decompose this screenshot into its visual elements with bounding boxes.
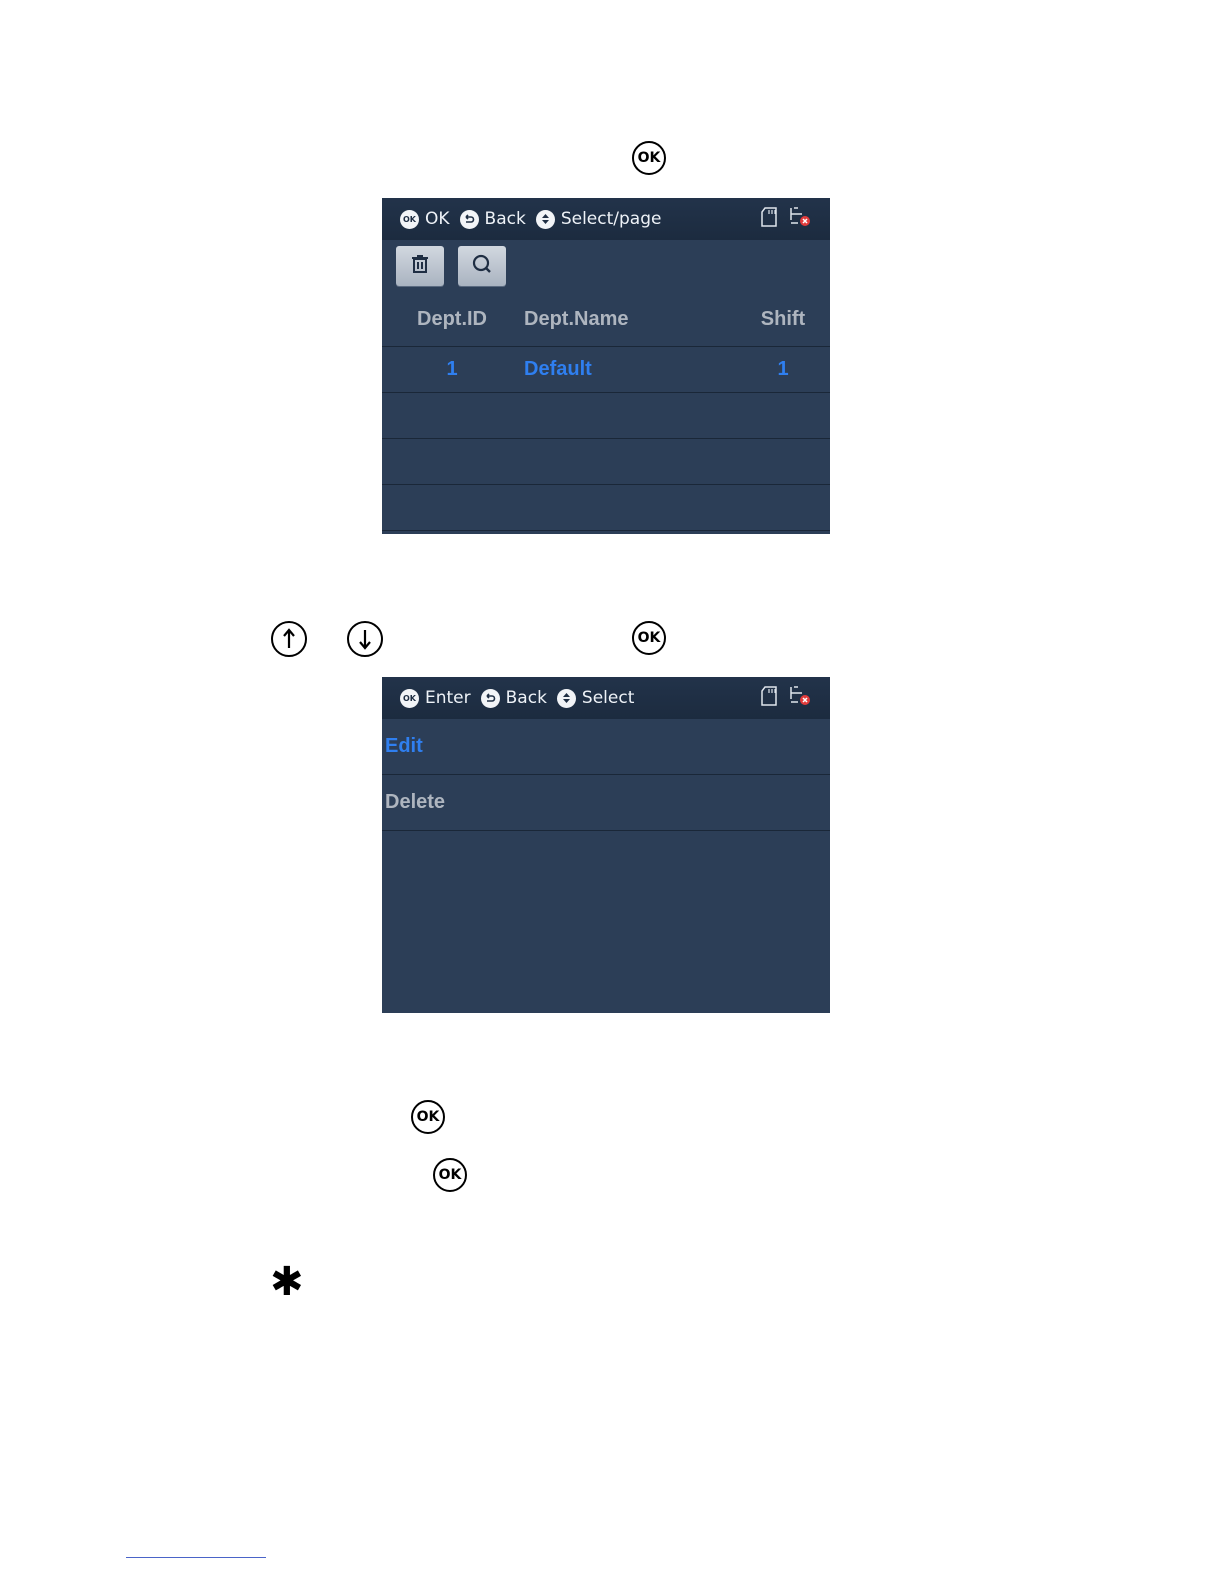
menu-item-delete[interactable]: Delete: [382, 775, 830, 831]
search-icon: [471, 253, 493, 280]
updown-key-icon: [535, 209, 555, 229]
department-options-screen: OK Enter Back Select Edit Delete: [382, 677, 830, 1013]
ok-key-label: OK: [416, 1109, 440, 1125]
asterisk-icon: ✱: [270, 1259, 304, 1305]
table-row-empty[interactable]: [382, 439, 830, 485]
column-header-dept-id: Dept.ID: [417, 307, 487, 330]
menu-item-edit[interactable]: Edit: [382, 719, 830, 775]
hint-enter: OK Enter: [400, 688, 471, 708]
ok-key-label: OK: [637, 630, 661, 646]
updown-key-icon: [556, 688, 576, 708]
sd-card-icon: [760, 685, 778, 711]
hint-back: Back: [480, 688, 547, 708]
hint-back: Back: [459, 209, 526, 229]
delete-button[interactable]: [396, 246, 444, 286]
hint-ok: OK OK: [400, 209, 450, 229]
hint-select: Select: [556, 688, 635, 708]
column-header-shift: Shift: [760, 307, 806, 330]
back-key-icon: [480, 688, 500, 708]
ok-key-label: OK: [438, 1167, 462, 1183]
ok-key-icon: OK: [632, 141, 666, 175]
hint-label: Enter: [425, 688, 471, 708]
hint-label: Select/page: [560, 209, 662, 229]
ok-key-icon: OK: [400, 209, 419, 229]
down-arrow-key-icon: [347, 621, 383, 657]
hint-label: Back: [484, 209, 526, 229]
sd-card-icon: [760, 206, 778, 232]
cell-dept-id: 1: [446, 358, 458, 380]
hint-label: Back: [505, 688, 547, 708]
search-button[interactable]: [458, 246, 506, 286]
status-icons: [760, 685, 830, 712]
hint-label: Select: [581, 688, 635, 708]
cell-dept-name: Default: [524, 358, 592, 380]
department-list-screen: OK OK Back Select/page Dept.ID Dept.Name…: [382, 198, 830, 534]
ok-key-icon: OK: [632, 621, 666, 655]
table-row-empty[interactable]: [382, 485, 830, 531]
table-row-empty[interactable]: [382, 393, 830, 439]
hint-select: Select/page: [535, 209, 662, 229]
hint-label: OK: [425, 209, 450, 229]
ok-key-icon: OK: [433, 1158, 467, 1192]
up-arrow-key-icon: [271, 621, 307, 657]
status-icons: [760, 206, 830, 233]
list-toolbar: [382, 240, 830, 292]
table-header: Dept.ID Dept.Name Shift: [382, 292, 830, 347]
table-row[interactable]: 1 Default 1: [382, 347, 830, 393]
screen-hint-bar: OK OK Back Select/page: [382, 198, 830, 240]
ok-key-label: OK: [637, 150, 661, 166]
column-header-dept-name: Dept.Name: [524, 307, 629, 330]
network-disconnected-icon: [788, 206, 812, 233]
footnote-divider: [126, 1557, 266, 1558]
ok-key-icon: OK: [400, 688, 419, 708]
ok-key-icon: OK: [411, 1100, 445, 1134]
back-key-icon: [459, 209, 479, 229]
trash-icon: [410, 254, 430, 279]
cell-shift: 1: [777, 358, 789, 380]
network-disconnected-icon: [788, 685, 812, 712]
screen-hint-bar: OK Enter Back Select: [382, 677, 830, 719]
